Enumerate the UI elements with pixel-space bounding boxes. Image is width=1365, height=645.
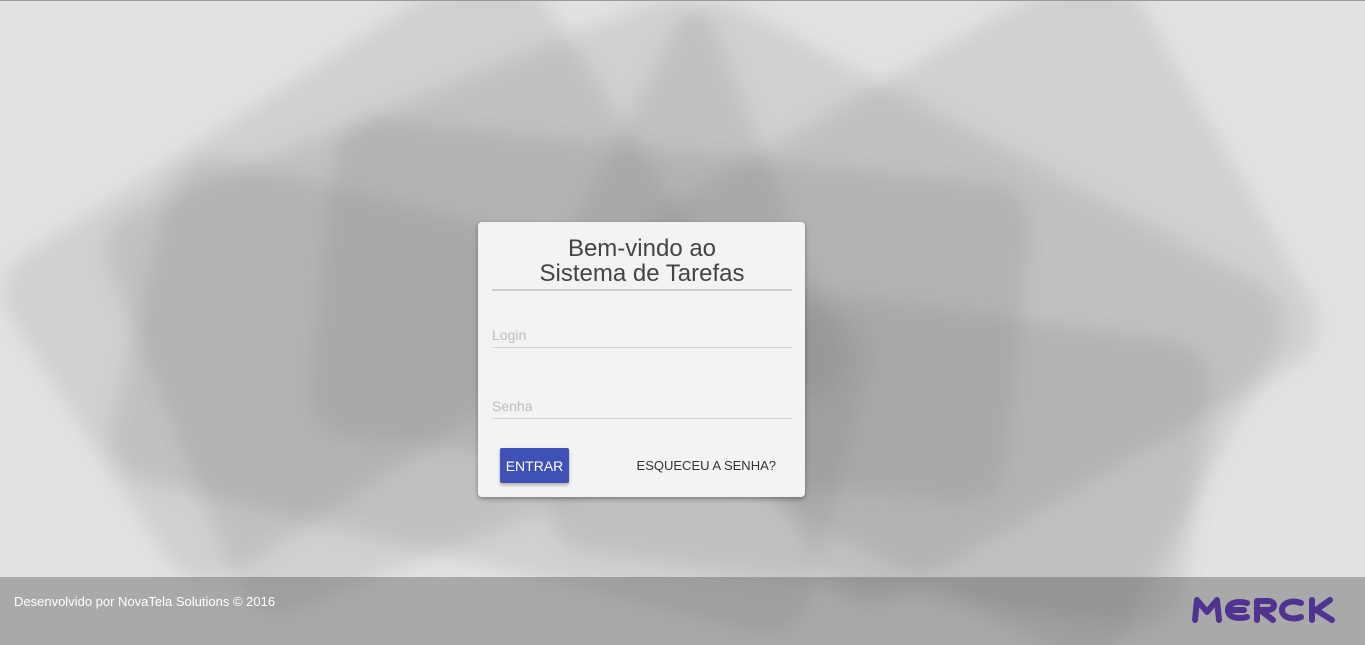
footer-credit: Desenvolvido por NovaTela Solutions © 20… xyxy=(14,594,276,609)
login-input[interactable] xyxy=(492,323,792,348)
welcome-title-line1: Bem-vindo ao xyxy=(567,235,717,262)
footer-bar: Desenvolvido por NovaTela Solutions © 20… xyxy=(0,577,1365,645)
submit-button[interactable]: ENTRAR xyxy=(500,448,569,483)
welcome-title-line2: Sistema de Tarefas xyxy=(539,260,745,287)
title-divider xyxy=(492,289,792,291)
welcome-title: Bem-vindo ao Sistema de Tarefas xyxy=(492,236,792,286)
merck-logo-icon xyxy=(1192,597,1335,623)
password-input[interactable] xyxy=(492,394,792,419)
login-card: Bem-vindo ao Sistema de Tarefas ENTRAR E… xyxy=(478,222,805,497)
forgot-password-button[interactable]: ESQUECEU A SENHA? xyxy=(628,448,788,483)
